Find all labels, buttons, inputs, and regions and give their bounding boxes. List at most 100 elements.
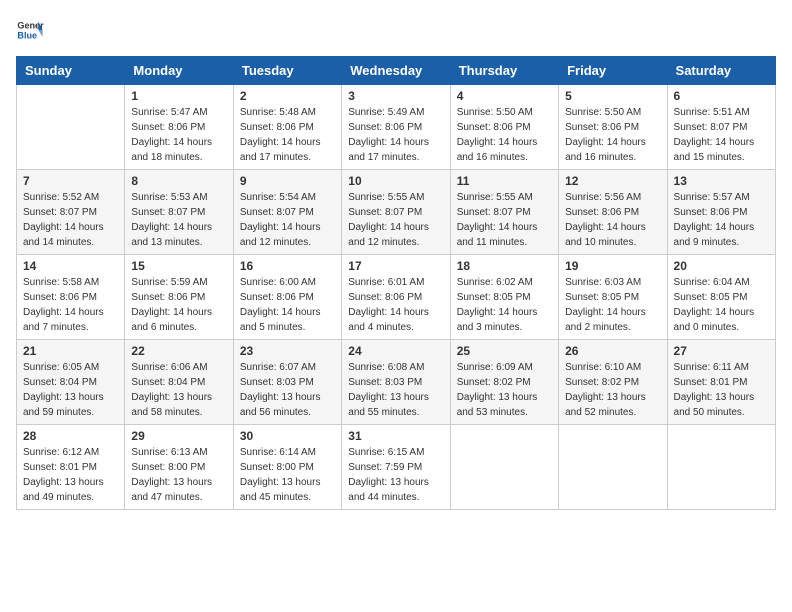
day-number: 10 [348, 174, 443, 188]
day-number: 25 [457, 344, 552, 358]
calendar-cell: 6 Sunrise: 5:51 AM Sunset: 8:07 PM Daylig… [667, 85, 775, 170]
day-info: Sunrise: 5:54 AM Sunset: 8:07 PM Dayligh… [240, 190, 335, 250]
svg-text:Blue: Blue [17, 30, 37, 40]
day-number: 2 [240, 89, 335, 103]
day-number: 23 [240, 344, 335, 358]
calendar-cell: 25 Sunrise: 6:09 AM Sunset: 8:02 PM Dayli… [450, 340, 558, 425]
day-number: 17 [348, 259, 443, 273]
day-number: 1 [131, 89, 226, 103]
calendar-cell: 2 Sunrise: 5:48 AM Sunset: 8:06 PM Daylig… [233, 85, 341, 170]
day-number: 13 [674, 174, 769, 188]
header-saturday: Saturday [667, 57, 775, 85]
day-number: 27 [674, 344, 769, 358]
day-info: Sunrise: 5:55 AM Sunset: 8:07 PM Dayligh… [457, 190, 552, 250]
day-info: Sunrise: 6:12 AM Sunset: 8:01 PM Dayligh… [23, 445, 118, 505]
calendar-header-row: SundayMondayTuesdayWednesdayThursdayFrid… [17, 57, 776, 85]
day-number: 16 [240, 259, 335, 273]
day-info: Sunrise: 5:47 AM Sunset: 8:06 PM Dayligh… [131, 105, 226, 165]
day-info: Sunrise: 5:56 AM Sunset: 8:06 PM Dayligh… [565, 190, 660, 250]
day-number: 24 [348, 344, 443, 358]
day-info: Sunrise: 5:55 AM Sunset: 8:07 PM Dayligh… [348, 190, 443, 250]
calendar-cell: 28Sunrise: 6:12 AM Sunset: 8:01 PM Dayli… [17, 425, 125, 510]
day-info: Sunrise: 6:05 AM Sunset: 8:04 PM Dayligh… [23, 360, 118, 420]
day-number: 29 [131, 429, 226, 443]
calendar-cell: 3 Sunrise: 5:49 AM Sunset: 8:06 PM Daylig… [342, 85, 450, 170]
calendar-cell: 20Sunrise: 6:04 AM Sunset: 8:05 PM Dayli… [667, 255, 775, 340]
calendar-cell: 16 Sunrise: 6:00 AM Sunset: 8:06 PM Dayli… [233, 255, 341, 340]
day-number: 15 [131, 259, 226, 273]
calendar-cell: 30Sunrise: 6:14 AM Sunset: 8:00 PM Dayli… [233, 425, 341, 510]
day-info: Sunrise: 6:11 AM Sunset: 8:01 PM Dayligh… [674, 360, 769, 420]
calendar-week-2: 7Sunrise: 5:52 AM Sunset: 8:07 PM Daylig… [17, 170, 776, 255]
day-number: 3 [348, 89, 443, 103]
calendar-cell: 14Sunrise: 5:58 AM Sunset: 8:06 PM Dayli… [17, 255, 125, 340]
day-number: 19 [565, 259, 660, 273]
logo: General Blue [16, 16, 48, 44]
day-number: 20 [674, 259, 769, 273]
day-info: Sunrise: 5:49 AM Sunset: 8:06 PM Dayligh… [348, 105, 443, 165]
day-info: Sunrise: 6:01 AM Sunset: 8:06 PM Dayligh… [348, 275, 443, 335]
day-number: 11 [457, 174, 552, 188]
calendar-cell [559, 425, 667, 510]
day-info: Sunrise: 5:53 AM Sunset: 8:07 PM Dayligh… [131, 190, 226, 250]
day-number: 9 [240, 174, 335, 188]
day-info: Sunrise: 5:58 AM Sunset: 8:06 PM Dayligh… [23, 275, 118, 335]
day-info: Sunrise: 6:13 AM Sunset: 8:00 PM Dayligh… [131, 445, 226, 505]
calendar-cell: 18 Sunrise: 6:02 AM Sunset: 8:05 PM Dayli… [450, 255, 558, 340]
calendar-cell: 1 Sunrise: 5:47 AM Sunset: 8:06 PM Daylig… [125, 85, 233, 170]
day-number: 22 [131, 344, 226, 358]
header-wednesday: Wednesday [342, 57, 450, 85]
calendar-cell: 27 Sunrise: 6:11 AM Sunset: 8:01 PM Dayli… [667, 340, 775, 425]
calendar-cell: 4Sunrise: 5:50 AM Sunset: 8:06 PM Daylig… [450, 85, 558, 170]
calendar-cell: 22 Sunrise: 6:06 AM Sunset: 8:04 PM Dayli… [125, 340, 233, 425]
day-info: Sunrise: 6:14 AM Sunset: 8:00 PM Dayligh… [240, 445, 335, 505]
calendar-cell: 9 Sunrise: 5:54 AM Sunset: 8:07 PM Daylig… [233, 170, 341, 255]
calendar-week-1: 1 Sunrise: 5:47 AM Sunset: 8:06 PM Daylig… [17, 85, 776, 170]
calendar-week-5: 28Sunrise: 6:12 AM Sunset: 8:01 PM Dayli… [17, 425, 776, 510]
day-info: Sunrise: 6:00 AM Sunset: 8:06 PM Dayligh… [240, 275, 335, 335]
day-info: Sunrise: 5:57 AM Sunset: 8:06 PM Dayligh… [674, 190, 769, 250]
day-number: 8 [131, 174, 226, 188]
calendar-cell: 31Sunrise: 6:15 AM Sunset: 7:59 PM Dayli… [342, 425, 450, 510]
day-info: Sunrise: 5:51 AM Sunset: 8:07 PM Dayligh… [674, 105, 769, 165]
calendar-cell: 7Sunrise: 5:52 AM Sunset: 8:07 PM Daylig… [17, 170, 125, 255]
header-tuesday: Tuesday [233, 57, 341, 85]
day-info: Sunrise: 5:50 AM Sunset: 8:06 PM Dayligh… [457, 105, 552, 165]
day-info: Sunrise: 6:06 AM Sunset: 8:04 PM Dayligh… [131, 360, 226, 420]
day-number: 6 [674, 89, 769, 103]
page-header: General Blue [16, 16, 776, 44]
day-number: 26 [565, 344, 660, 358]
day-info: Sunrise: 6:10 AM Sunset: 8:02 PM Dayligh… [565, 360, 660, 420]
day-info: Sunrise: 5:59 AM Sunset: 8:06 PM Dayligh… [131, 275, 226, 335]
calendar-cell: 5 Sunrise: 5:50 AM Sunset: 8:06 PM Daylig… [559, 85, 667, 170]
calendar-cell [667, 425, 775, 510]
calendar-cell: 12Sunrise: 5:56 AM Sunset: 8:06 PM Dayli… [559, 170, 667, 255]
calendar-cell [450, 425, 558, 510]
calendar-cell: 15 Sunrise: 5:59 AM Sunset: 8:06 PM Dayli… [125, 255, 233, 340]
day-info: Sunrise: 6:09 AM Sunset: 8:02 PM Dayligh… [457, 360, 552, 420]
day-number: 18 [457, 259, 552, 273]
logo-icon: General Blue [16, 16, 44, 44]
day-info: Sunrise: 5:50 AM Sunset: 8:06 PM Dayligh… [565, 105, 660, 165]
calendar-cell: 8 Sunrise: 5:53 AM Sunset: 8:07 PM Daylig… [125, 170, 233, 255]
day-number: 21 [23, 344, 118, 358]
calendar-cell: 23 Sunrise: 6:07 AM Sunset: 8:03 PM Dayli… [233, 340, 341, 425]
calendar-cell [17, 85, 125, 170]
calendar-cell: 13 Sunrise: 5:57 AM Sunset: 8:06 PM Dayli… [667, 170, 775, 255]
header-friday: Friday [559, 57, 667, 85]
day-info: Sunrise: 5:48 AM Sunset: 8:06 PM Dayligh… [240, 105, 335, 165]
day-info: Sunrise: 6:07 AM Sunset: 8:03 PM Dayligh… [240, 360, 335, 420]
day-info: Sunrise: 6:02 AM Sunset: 8:05 PM Dayligh… [457, 275, 552, 335]
day-info: Sunrise: 6:03 AM Sunset: 8:05 PM Dayligh… [565, 275, 660, 335]
calendar-week-4: 21 Sunrise: 6:05 AM Sunset: 8:04 PM Dayli… [17, 340, 776, 425]
calendar-cell: 26 Sunrise: 6:10 AM Sunset: 8:02 PM Dayli… [559, 340, 667, 425]
day-number: 5 [565, 89, 660, 103]
header-sunday: Sunday [17, 57, 125, 85]
calendar-cell: 11 Sunrise: 5:55 AM Sunset: 8:07 PM Dayli… [450, 170, 558, 255]
day-info: Sunrise: 6:08 AM Sunset: 8:03 PM Dayligh… [348, 360, 443, 420]
calendar-table: SundayMondayTuesdayWednesdayThursdayFrid… [16, 56, 776, 510]
calendar-week-3: 14Sunrise: 5:58 AM Sunset: 8:06 PM Dayli… [17, 255, 776, 340]
header-thursday: Thursday [450, 57, 558, 85]
calendar-cell: 19 Sunrise: 6:03 AM Sunset: 8:05 PM Dayli… [559, 255, 667, 340]
calendar-cell: 17 Sunrise: 6:01 AM Sunset: 8:06 PM Dayli… [342, 255, 450, 340]
